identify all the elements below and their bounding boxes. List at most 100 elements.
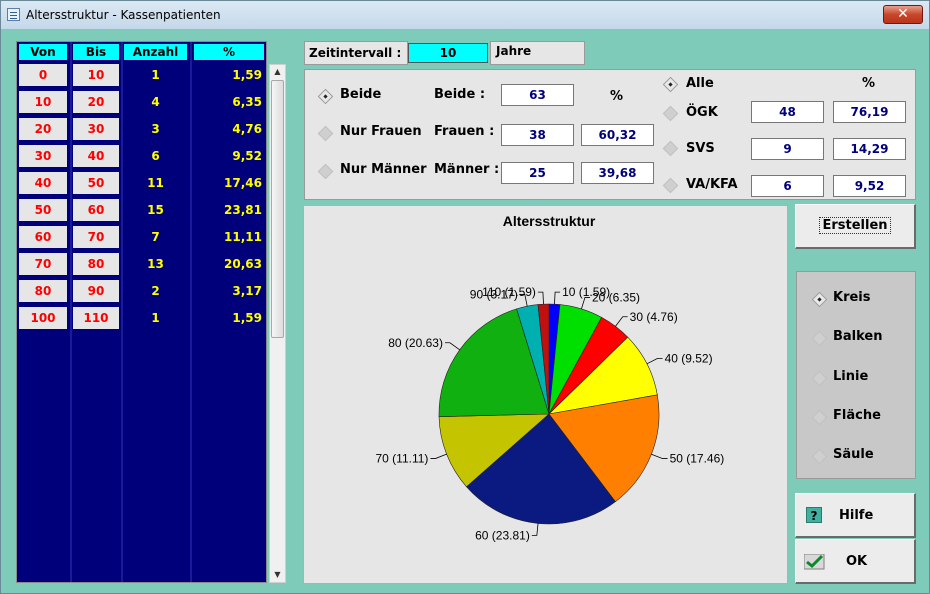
cell-von: 70 [19, 253, 67, 275]
radio-alle[interactable] [662, 76, 679, 93]
cell-bis: 50 [73, 172, 119, 194]
pie-chart: Altersstruktur 10 (1.59)20 (6.35)30 (4.7… [375, 213, 724, 542]
cell-von: 50 [19, 199, 67, 221]
pie-label: 40 (9.52) [665, 351, 713, 365]
radio-beide[interactable] [317, 88, 334, 105]
header-anzahl: Anzahl [124, 44, 187, 60]
cell-percent: 9,52 [232, 149, 262, 163]
pie-label: 30 (4.76) [630, 310, 678, 324]
cell-anzahl: 3 [151, 122, 160, 136]
chart-type-label: Linie [833, 368, 869, 384]
interval-unit: Jahre [490, 41, 585, 65]
cell-percent: 6,35 [232, 95, 262, 109]
ok-button[interactable]: OK [795, 539, 916, 584]
oegk-count-field: 48 [751, 101, 824, 123]
radio-beide-label: Beide [340, 87, 382, 102]
va-kfa-count-field: 6 [751, 175, 824, 197]
pie-label: 110 (1.59) [482, 285, 536, 299]
cell-anzahl: 1 [151, 68, 160, 82]
chart-type-radio-3[interactable] [811, 409, 828, 426]
interval-input[interactable]: 10 [408, 43, 488, 63]
cell-bis: 110 [73, 307, 119, 329]
chart-title: Altersstruktur [503, 213, 596, 229]
radio-nur-frauen[interactable] [317, 125, 334, 142]
close-button[interactable]: ✕ [883, 5, 923, 24]
cell-von: 80 [19, 280, 67, 302]
hilfe-button[interactable]: ? Hilfe [795, 493, 916, 538]
cell-anzahl: 1 [151, 311, 160, 325]
pie-leader-line [554, 291, 561, 305]
pie-label: 70 (11.11) [375, 452, 428, 466]
radio-nur-maenner[interactable] [317, 163, 334, 180]
cell-von: 10 [19, 91, 67, 113]
cell-percent: 1,59 [232, 311, 262, 325]
maenner-pct-field: 39,68 [581, 162, 654, 184]
cell-von: 0 [19, 64, 67, 86]
cell-percent: 11,11 [224, 230, 262, 244]
maenner-count-field: 25 [501, 162, 574, 184]
pie-leader-line [651, 453, 668, 459]
cell-anzahl: 13 [147, 257, 164, 271]
radio-va-kfa[interactable] [662, 177, 679, 194]
cell-anzahl: 7 [151, 230, 160, 244]
pie-label: 60 (23.81) [475, 528, 530, 542]
cell-percent: 20,63 [224, 257, 262, 271]
radio-alle-label: Alle [686, 76, 714, 91]
cell-anzahl: 4 [151, 95, 160, 109]
cell-anzahl: 11 [147, 176, 164, 190]
gender-pct-header: % [610, 89, 624, 104]
cell-bis: 20 [73, 91, 119, 113]
app-window: Altersstruktur - Kassenpatienten ✕ Von B… [0, 0, 930, 594]
frauen-count-field: 38 [501, 124, 574, 146]
filter-panel: Beide Nur Frauen Nur Männer Beide : Frau… [304, 69, 916, 200]
insurer-pct-header: % [862, 76, 876, 91]
pie-leader-line [430, 453, 447, 459]
table-scrollbar[interactable]: ▲ ▼ [269, 64, 286, 583]
radio-va-kfa-label: VA/KFA [686, 177, 738, 192]
cell-bis: 60 [73, 199, 119, 221]
cell-von: 40 [19, 172, 67, 194]
cell-von: 100 [19, 307, 67, 329]
svs-pct-field: 14,29 [833, 138, 906, 160]
cell-bis: 90 [73, 280, 119, 302]
beide-count-label: Beide : [434, 87, 486, 102]
maenner-count-label: Männer : [434, 162, 500, 177]
pie-leader-line [615, 316, 628, 327]
radio-oegk[interactable] [662, 105, 679, 122]
pie-label: 80 (20.63) [388, 336, 443, 350]
chart-type-radio-4[interactable] [811, 448, 828, 465]
cell-anzahl: 15 [147, 203, 164, 217]
checkmark-icon [804, 554, 825, 570]
erstellen-button-label: Erstellen [819, 217, 891, 234]
radio-nur-frauen-label: Nur Frauen [340, 124, 422, 139]
column-separator [190, 42, 192, 582]
erstellen-button[interactable]: Erstellen [795, 204, 916, 249]
cell-von: 20 [19, 118, 67, 140]
pie-leader-line [444, 342, 460, 351]
cell-bis: 30 [73, 118, 119, 140]
chart-type-radio-2[interactable] [811, 370, 828, 386]
scroll-down-arrow-icon[interactable]: ▼ [271, 568, 284, 582]
cell-bis: 10 [73, 64, 119, 86]
chart-type-panel: Kreis Balken Linie Fläche Säule [796, 271, 916, 479]
cell-bis: 80 [73, 253, 119, 275]
radio-svs[interactable] [662, 140, 679, 157]
chart-type-label: Kreis [833, 290, 871, 305]
pie-label: 20 (6.35) [592, 290, 640, 304]
header-percent: % [194, 44, 264, 60]
ok-button-label: OK [846, 554, 868, 569]
scroll-thumb[interactable] [271, 80, 284, 338]
svs-count-field: 9 [751, 138, 824, 160]
age-table: Von Bis Anzahl % 0 10 1 1,59 10 20 4 6,35 20 30 3 4… [16, 41, 267, 583]
va-kfa-pct-field: 9,52 [833, 175, 906, 197]
cell-percent: 1,59 [232, 68, 262, 82]
column-separator [121, 42, 123, 582]
scroll-up-arrow-icon[interactable]: ▲ [271, 65, 284, 79]
chart-type-radio-0[interactable] [811, 291, 828, 308]
pie-leader-line [646, 357, 663, 365]
title-bar: Altersstruktur - Kassenpatienten ✕ [1, 1, 929, 30]
cell-anzahl: 2 [151, 284, 160, 298]
beide-count-field: 63 [501, 84, 574, 106]
chart-type-radio-1[interactable] [811, 331, 828, 347]
hilfe-button-label: Hilfe [839, 508, 874, 523]
